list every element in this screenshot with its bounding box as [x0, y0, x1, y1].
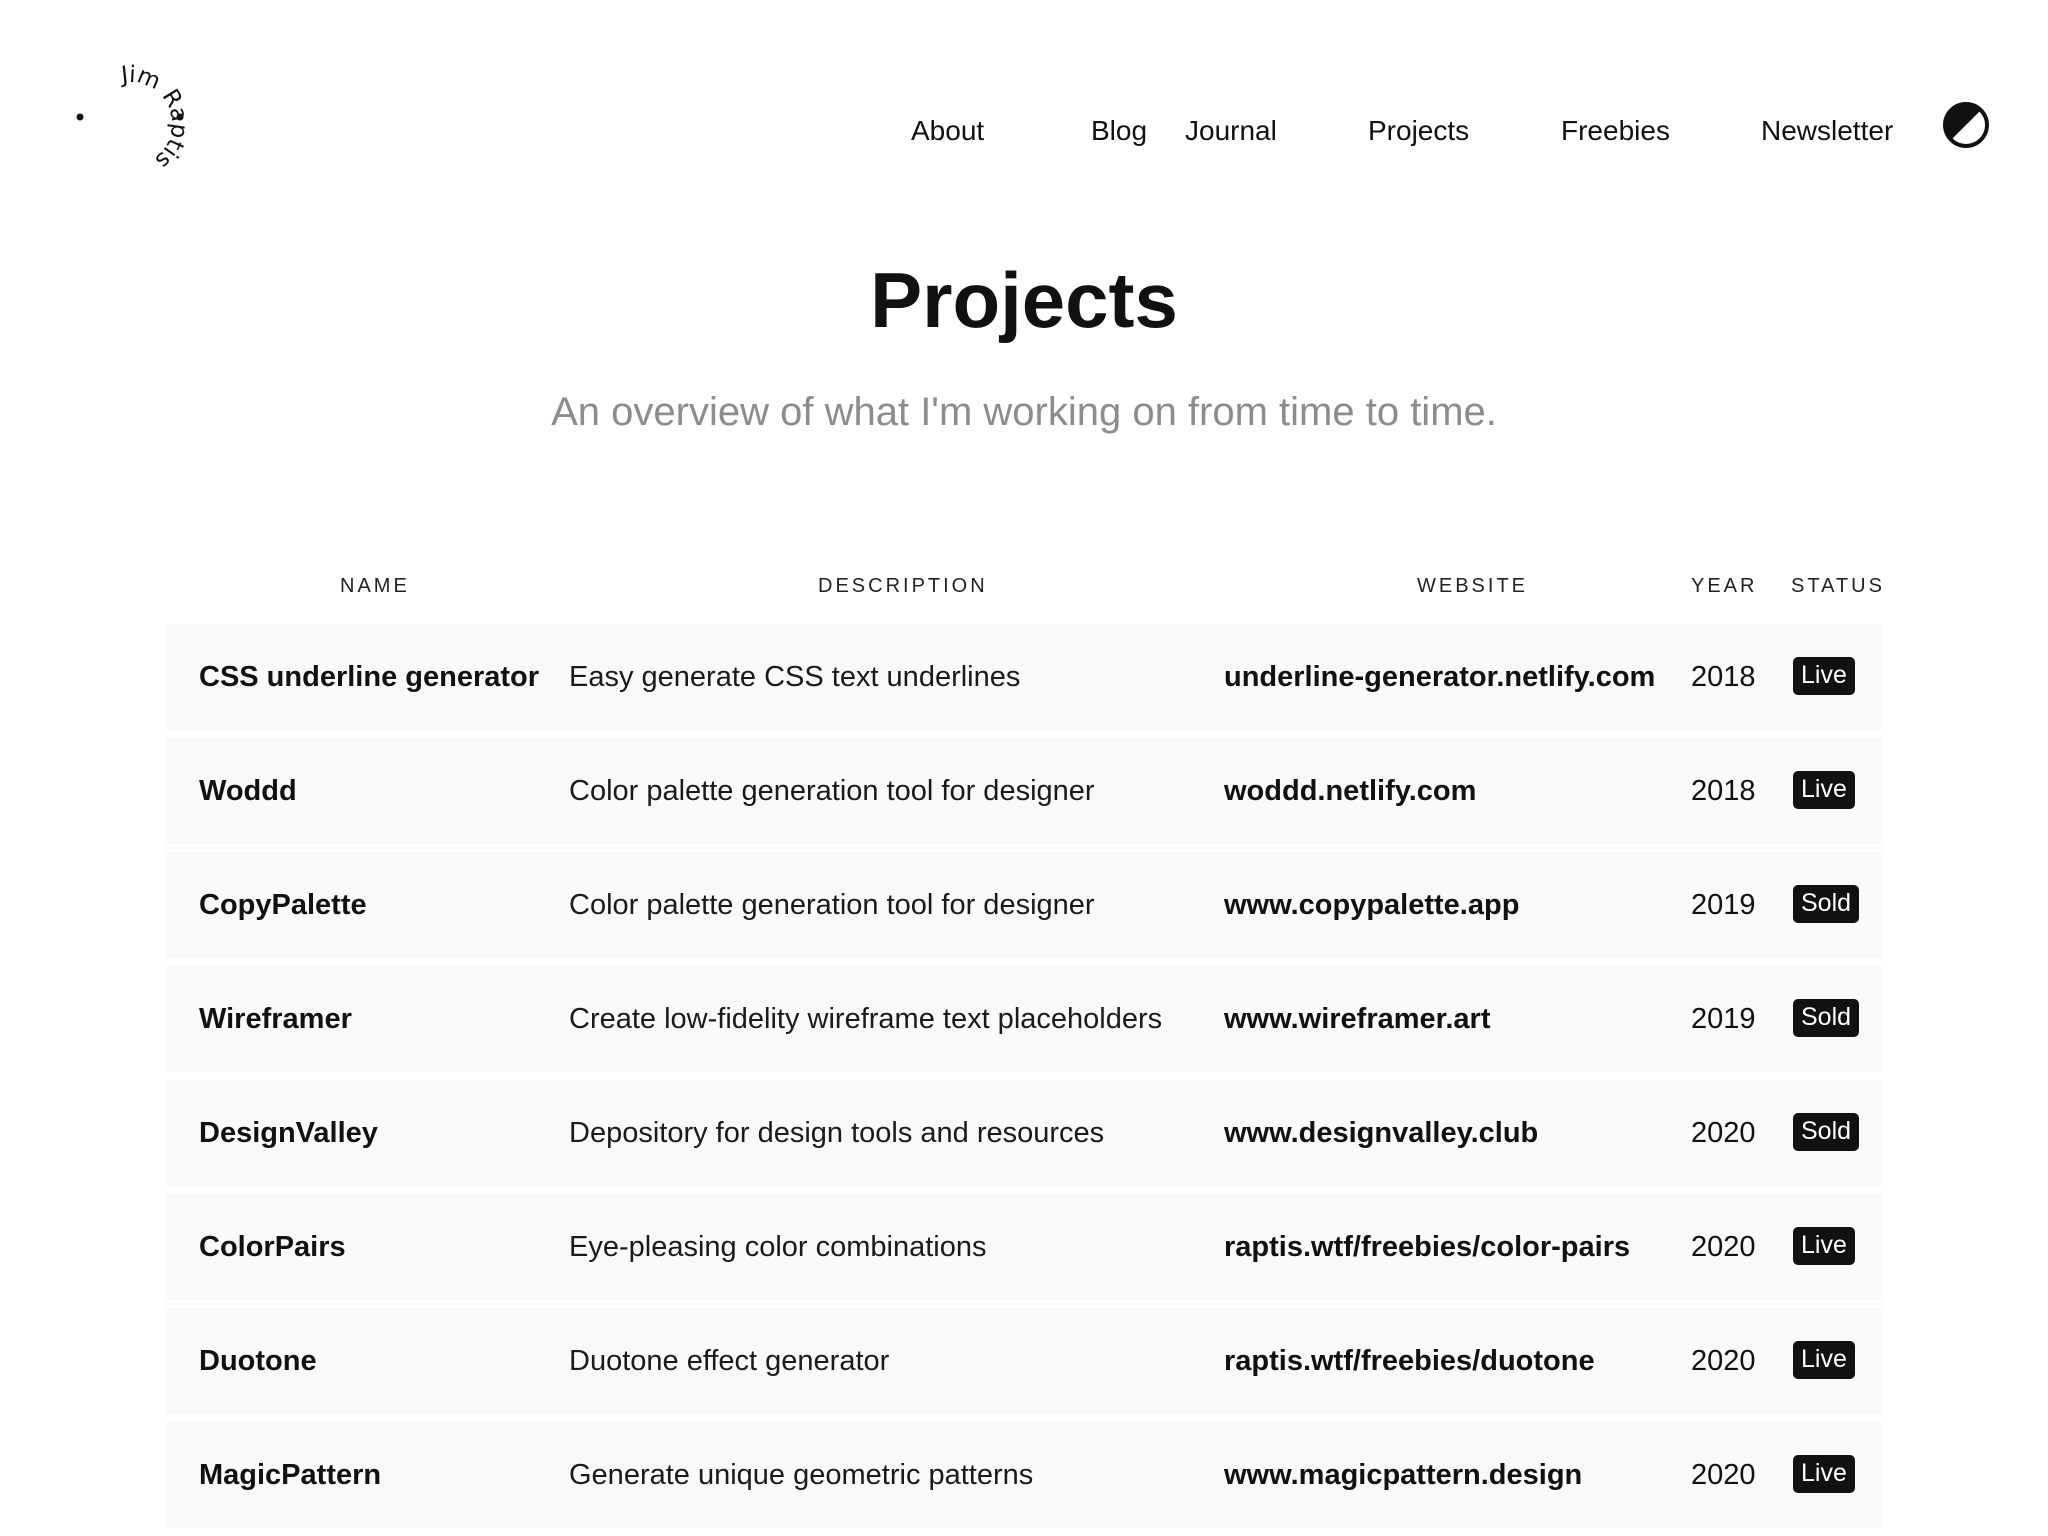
project-description: Easy generate CSS text underlines [569, 661, 1021, 693]
project-website-link[interactable]: www.magicpattern.design [1224, 1422, 1582, 1528]
nav-blog[interactable]: Blog [1091, 113, 1147, 149]
project-name: Wireframer [199, 1003, 352, 1035]
nav-journal[interactable]: Journal [1185, 113, 1277, 149]
status-cell: Live [1793, 1308, 1855, 1414]
table-header: NAME DESCRIPTION WEBSITE YEAR STATUS [166, 568, 1882, 604]
project-year: 2020 [1691, 1117, 1756, 1149]
page: Jim Raptis About Blog Journal Projects F… [0, 0, 2048, 1536]
project-name: MagicPattern [199, 1459, 382, 1491]
status-cell: Live [1793, 1194, 1855, 1300]
status-badge: Live [1793, 1227, 1855, 1266]
status-badge: Sold [1793, 1113, 1860, 1152]
project-website-link[interactable]: www.designvalley.club [1224, 1080, 1538, 1186]
project-name: ColorPairs [199, 1231, 346, 1263]
project-year: 2020 [1691, 1231, 1756, 1263]
project-name: CopyPalette [199, 889, 367, 921]
column-header-description: DESCRIPTION [818, 575, 988, 597]
project-website-link[interactable]: www.wireframer.art [1224, 966, 1490, 1072]
table-row: CopyPalette Color palette generation too… [166, 852, 1882, 958]
status-badge: Live [1793, 657, 1855, 696]
column-header-status: STATUS [1791, 575, 1885, 597]
logo[interactable]: Jim Raptis [68, 62, 192, 186]
table-row: Duotone Duotone effect generator raptis.… [166, 1308, 1882, 1414]
table-row: Wireframer Create low-fidelity wireframe… [166, 966, 1882, 1072]
nav-newsletter[interactable]: Newsletter [1761, 113, 1893, 149]
project-description: Color palette generation tool for design… [569, 775, 1095, 807]
project-website-link[interactable]: underline-generator.netlify.com [1224, 624, 1655, 730]
project-website-link[interactable]: woddd.netlify.com [1224, 738, 1476, 844]
status-cell: Sold [1793, 852, 1860, 958]
status-cell: Live [1793, 738, 1855, 844]
status-cell: Live [1793, 624, 1855, 730]
column-header-name: NAME [340, 575, 410, 597]
table-row: Woddd Color palette generation tool for … [166, 738, 1882, 844]
projects-table: NAME DESCRIPTION WEBSITE YEAR STATUS CSS… [166, 568, 1882, 1528]
nav-projects[interactable]: Projects [1368, 113, 1469, 149]
project-description: Eye-pleasing color combinations [569, 1231, 987, 1263]
nav-freebies[interactable]: Freebies [1561, 113, 1670, 149]
status-badge: Live [1793, 1455, 1855, 1494]
status-badge: Live [1793, 1341, 1855, 1380]
project-name: Duotone [199, 1345, 317, 1377]
status-badge: Sold [1793, 885, 1860, 924]
theme-toggle-button[interactable] [1942, 101, 1990, 149]
page-subtitle: An overview of what I'm working on from … [551, 390, 1497, 434]
project-description: Duotone effect generator [569, 1345, 890, 1377]
logo-text: Jim Raptis [118, 62, 192, 174]
table-row: CSS underline generator Easy generate CS… [166, 624, 1882, 730]
project-year: 2020 [1691, 1459, 1756, 1491]
table-row: ColorPairs Eye-pleasing color combinatio… [166, 1194, 1882, 1300]
project-description: Depository for design tools and resource… [569, 1117, 1105, 1149]
project-name: Woddd [199, 775, 297, 807]
status-cell: Sold [1793, 1080, 1860, 1186]
project-description: Color palette generation tool for design… [569, 889, 1095, 921]
circular-logo-icon: Jim Raptis [76, 62, 192, 174]
table-row: DesignValley Depository for design tools… [166, 1080, 1882, 1186]
project-description: Generate unique geometric patterns [569, 1459, 1034, 1491]
nav-about[interactable]: About [911, 113, 984, 149]
column-header-year: YEAR [1691, 575, 1758, 597]
project-website-link[interactable]: www.copypalette.app [1224, 852, 1519, 958]
column-header-website: WEBSITE [1417, 575, 1529, 597]
project-name: DesignValley [199, 1117, 378, 1149]
project-year: 2019 [1691, 889, 1756, 921]
project-year: 2018 [1691, 661, 1756, 693]
status-badge: Sold [1793, 999, 1860, 1038]
project-year: 2018 [1691, 775, 1756, 807]
status-cell: Live [1793, 1422, 1855, 1528]
status-cell: Sold [1793, 966, 1860, 1072]
project-description: Create low-fidelity wireframe text place… [569, 1003, 1163, 1035]
half-circle-contrast-icon [1943, 102, 1989, 148]
project-year: 2019 [1691, 1003, 1756, 1035]
project-name: CSS underline generator [199, 661, 540, 693]
page-title: Projects [870, 256, 1178, 344]
project-year: 2020 [1691, 1345, 1756, 1377]
project-website-link[interactable]: raptis.wtf/freebies/duotone [1224, 1308, 1595, 1414]
table-row: MagicPattern Generate unique geometric p… [166, 1422, 1882, 1528]
project-website-link[interactable]: raptis.wtf/freebies/color-pairs [1224, 1194, 1630, 1300]
status-badge: Live [1793, 771, 1855, 810]
